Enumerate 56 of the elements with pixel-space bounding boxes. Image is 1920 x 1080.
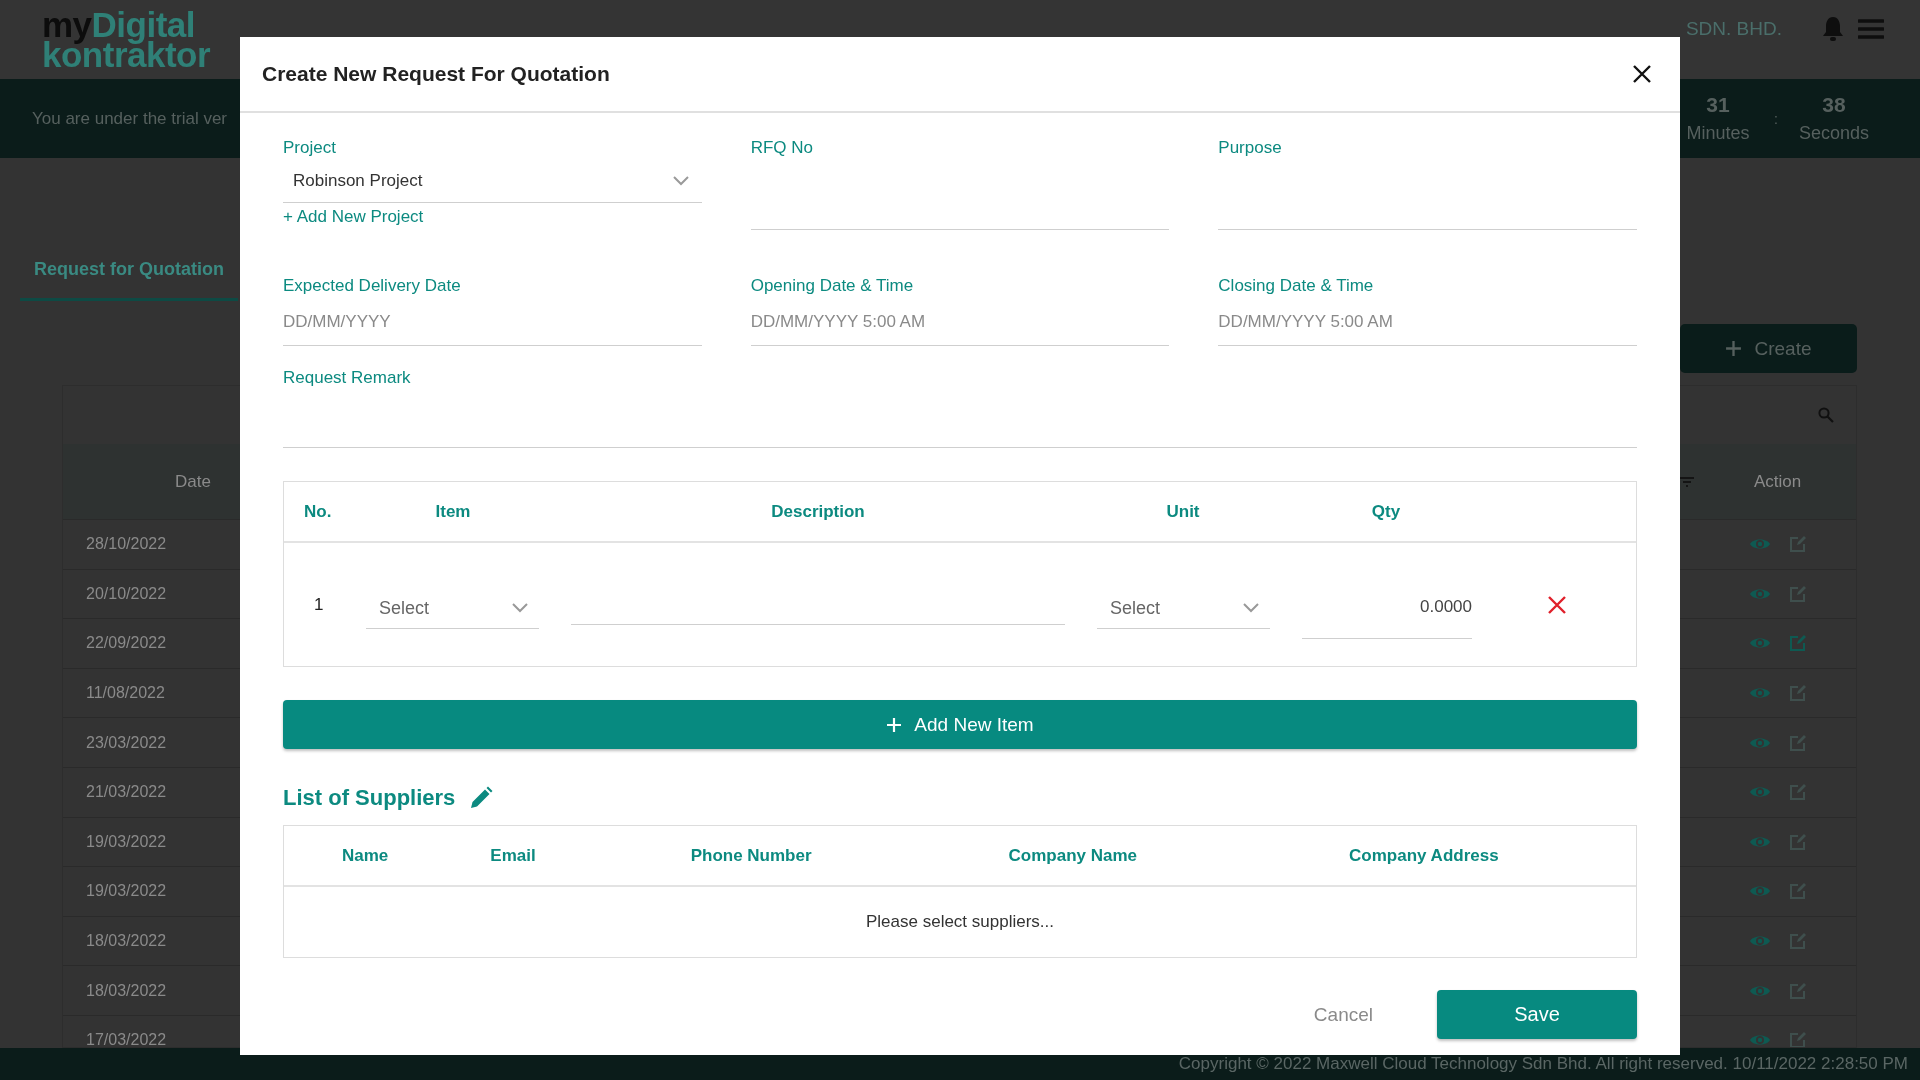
add-project-link[interactable]: + Add New Project — [283, 207, 702, 227]
table-cell: 22/09/2022 — [86, 634, 167, 653]
logo[interactable]: myDigital kontraktor — [42, 9, 211, 70]
field-label: Purpose — [1218, 138, 1283, 159]
timer-separator: : — [1773, 110, 1779, 127]
input-field[interactable]: DD/MM/YYYY — [283, 298, 702, 346]
trial-banner-text: You are under the trial ver — [32, 108, 227, 129]
field-label: RFQ No — [750, 138, 814, 159]
project-select[interactable]: Robinson Project — [283, 160, 702, 203]
qty-field[interactable]: 0.0000 — [1302, 586, 1472, 639]
column-header: Date — [175, 471, 211, 492]
tab[interactable]: Request for Quotation — [20, 259, 238, 301]
countdown-value: 38 — [1822, 93, 1846, 117]
empty-message: Please select suppliers... — [865, 912, 1054, 932]
column-header: Company Name — [1008, 845, 1138, 866]
table-cell: 18/03/2022 — [86, 981, 167, 1000]
field-label: Closing Date & Time — [1218, 276, 1375, 297]
column-header: Name — [342, 845, 389, 866]
company-name: SDN. BHD. — [1685, 18, 1782, 40]
create-button[interactable]: Create — [1680, 324, 1857, 373]
table-cell: 18/03/2022 — [86, 932, 167, 951]
field-label: Request Remark — [283, 368, 412, 389]
item-select[interactable]: Select — [366, 588, 539, 629]
countdown-value: 31 — [1706, 93, 1730, 117]
add-item-button[interactable]: Add New Item — [283, 700, 1637, 749]
column-header: Email — [490, 845, 536, 866]
table-cell: 19/03/2022 — [86, 832, 167, 851]
column-header: Qty — [1370, 501, 1402, 522]
table-cell: 23/03/2022 — [86, 733, 167, 752]
table-cell: 19/03/2022 — [86, 882, 167, 901]
column-header: Description — [770, 501, 866, 522]
table-cell: 20/10/2022 — [86, 584, 167, 603]
cancel-button[interactable]: Cancel — [1313, 995, 1373, 1034]
copyright-text: Copyright © 2022 Maxwell Cloud Technology Sdn Bhd. All right reserved. 10/11/2022 2:28:50 PM — [1178, 1054, 1908, 1074]
field-label: Expected Delivery Date — [283, 276, 462, 297]
table-cell: 21/03/2022 — [86, 783, 167, 802]
section-title: List of Suppliers — [283, 785, 456, 811]
column-header: Unit — [1165, 501, 1201, 522]
field-label: Project — [283, 138, 337, 159]
table-cell: 17/03/2022 — [86, 1031, 167, 1047]
column-header: Phone Number — [690, 845, 812, 866]
table-cell-text: 1 — [314, 594, 325, 615]
save-button[interactable]: Save — [1437, 990, 1637, 1039]
input-field[interactable]: DD/MM/YYYY 5:00 AM — [1218, 298, 1637, 346]
input-field[interactable]: DD/MM/YYYY 5:00 AM — [750, 298, 1170, 346]
countdown-unit: Minutes — [1686, 123, 1750, 144]
table-cell: 11/08/2022 — [86, 684, 165, 703]
column-header: Item — [434, 501, 472, 522]
column-header: Company Address — [1349, 845, 1499, 866]
unit-select[interactable]: Select — [1097, 588, 1270, 629]
table-cell: 28/10/2022 — [86, 535, 167, 554]
modal-title: Create New Request For Quotation — [262, 62, 611, 86]
column-header: No. — [304, 501, 333, 522]
field-label: Opening Date & Time — [750, 276, 915, 297]
column-header: Action — [1752, 471, 1803, 492]
countdown-unit: Seconds — [1798, 123, 1870, 144]
